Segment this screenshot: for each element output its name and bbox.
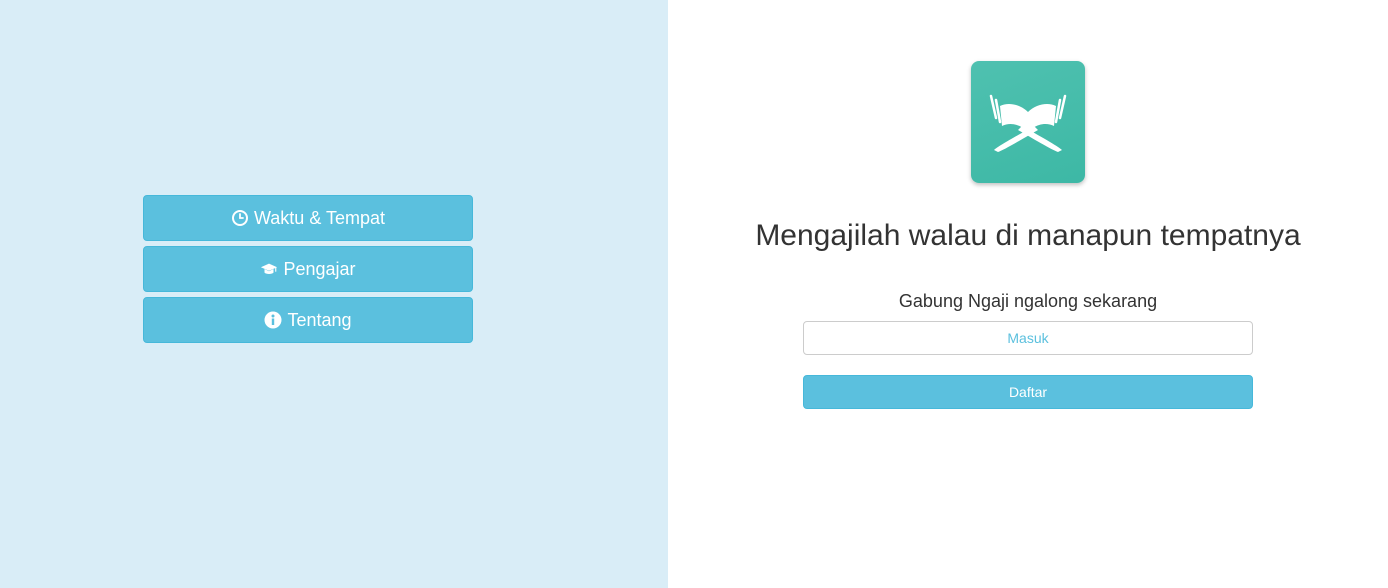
- nav-button-label: Tentang: [287, 309, 352, 330]
- register-button[interactable]: Daftar: [803, 375, 1253, 409]
- info-circle-icon: [264, 311, 282, 329]
- page: Waktu & Tempat Pengajar Tentang Mengajil…: [0, 0, 1388, 588]
- nav-button-waktu-tempat[interactable]: Waktu & Tempat: [143, 195, 473, 241]
- nav-button-label: Waktu & Tempat: [253, 207, 386, 228]
- graduation-cap-icon: [260, 260, 278, 278]
- nav-button-label: Pengajar: [283, 258, 356, 279]
- nav-menu: Waktu & Tempat Pengajar Tentang: [143, 195, 473, 348]
- left-panel: Waktu & Tempat Pengajar Tentang: [0, 0, 668, 588]
- clock-icon: [231, 209, 249, 227]
- quran-book-icon: [989, 94, 1067, 152]
- app-logo: [971, 61, 1085, 183]
- page-title: Mengajilah walau di manapun tempatnya: [755, 219, 1301, 252]
- login-button[interactable]: Masuk: [803, 321, 1253, 355]
- join-prompt: Gabung Ngaji ngalong sekarang: [898, 291, 1158, 311]
- right-panel: Mengajilah walau di manapun tempatnya Ga…: [668, 0, 1388, 588]
- nav-button-pengajar[interactable]: Pengajar: [143, 246, 473, 292]
- nav-button-tentang[interactable]: Tentang: [143, 297, 473, 343]
